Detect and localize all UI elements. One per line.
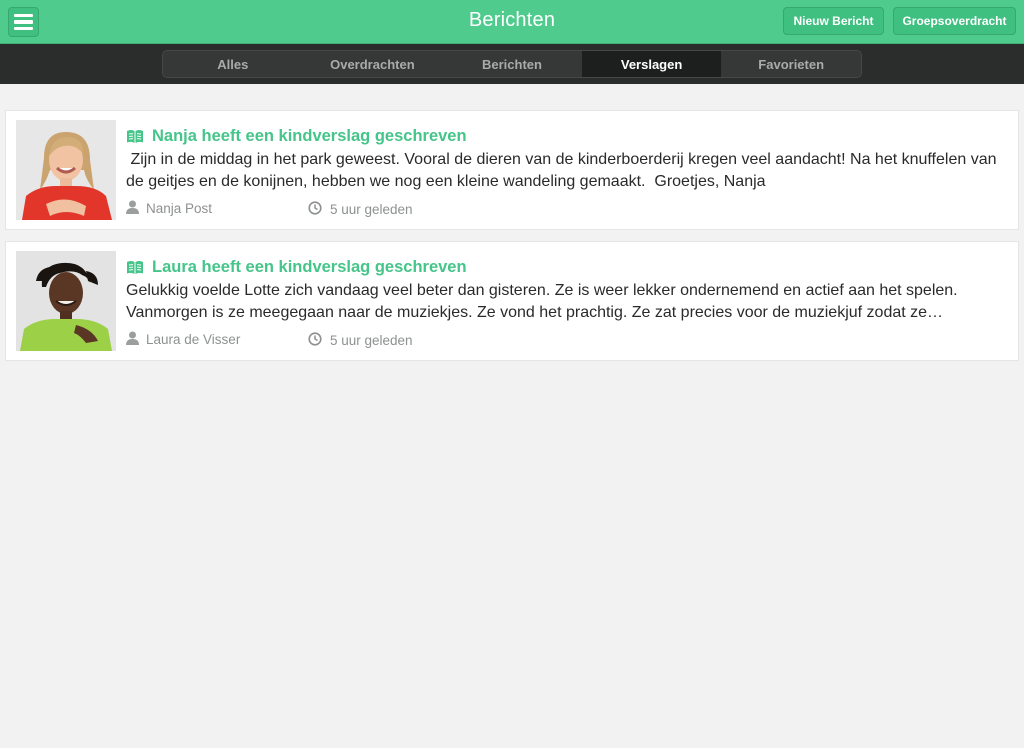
- tab-overdrachten[interactable]: Overdrachten: [303, 51, 443, 77]
- author-name: Laura de Visser: [146, 332, 241, 347]
- person-icon: [126, 331, 139, 348]
- time-ago: 5 uur geleden: [330, 333, 413, 348]
- tab-berichten[interactable]: Berichten: [442, 51, 582, 77]
- tab-favorieten[interactable]: Favorieten: [721, 51, 861, 77]
- new-message-button[interactable]: Nieuw Bericht: [783, 7, 884, 35]
- clock-icon: [308, 332, 322, 349]
- book-icon: [126, 129, 144, 144]
- book-icon: [126, 260, 144, 275]
- report-body: Gelukkig voelde Lotte zich vandaag veel …: [126, 282, 963, 321]
- segmented-control: Alles Overdrachten Berichten Verslagen F…: [162, 50, 862, 78]
- tab-bar: Alles Overdrachten Berichten Verslagen F…: [0, 44, 1024, 84]
- report-card[interactable]: Nanja heeft een kindverslag geschreven Z…: [5, 110, 1019, 230]
- report-time: 5 uur geleden: [308, 201, 413, 218]
- group-handover-button[interactable]: Groepsoverdracht: [893, 7, 1016, 35]
- report-title[interactable]: Nanja heeft een kindverslag geschreven: [152, 127, 467, 146]
- avatar: [16, 251, 116, 351]
- person-icon: [126, 200, 139, 217]
- report-title[interactable]: Laura heeft een kindverslag geschreven: [152, 258, 467, 277]
- avatar: [16, 120, 116, 220]
- report-body: Zijn in de middag in het park geweest. V…: [126, 151, 1001, 190]
- tab-verslagen[interactable]: Verslagen: [581, 51, 722, 77]
- report-title-row: Laura heeft een kindverslag geschreven: [126, 258, 467, 277]
- report-title-row: Nanja heeft een kindverslag geschreven: [126, 127, 467, 146]
- report-time: 5 uur geleden: [308, 332, 413, 349]
- time-ago: 5 uur geleden: [330, 202, 413, 217]
- tab-alles[interactable]: Alles: [163, 51, 303, 77]
- report-card[interactable]: Laura heeft een kindverslag geschreven G…: [5, 241, 1019, 361]
- clock-icon: [308, 201, 322, 218]
- author-name: Nanja Post: [146, 201, 213, 216]
- report-author: Nanja Post: [126, 200, 212, 217]
- top-bar: Berichten Nieuw Bericht Groepsoverdracht: [0, 0, 1024, 44]
- report-author: Laura de Visser: [126, 331, 240, 348]
